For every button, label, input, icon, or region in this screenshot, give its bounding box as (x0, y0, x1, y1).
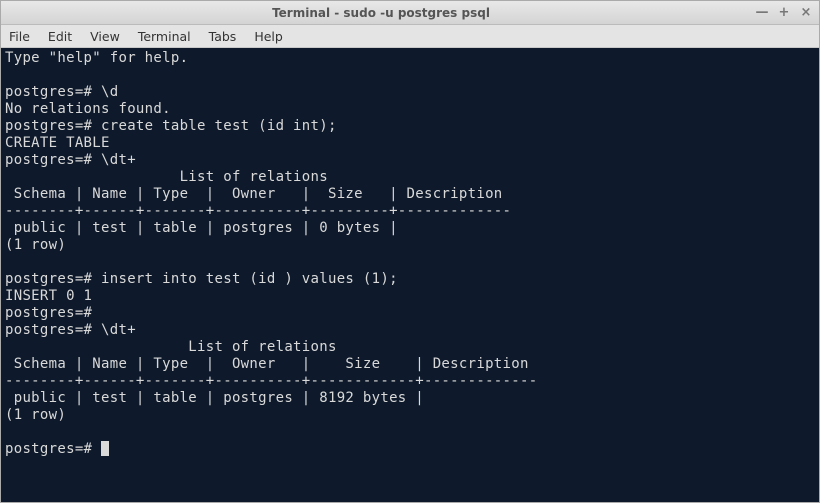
terminal-line: postgres=# \d (5, 84, 118, 100)
maximize-button[interactable]: + (777, 6, 791, 20)
terminal-line: List of relations (5, 169, 328, 185)
window-title: Terminal - sudo -u postgres psql (7, 6, 755, 20)
terminal-line: postgres=# (5, 305, 101, 321)
terminal-line: postgres=# create table test (id int); (5, 118, 337, 134)
terminal-line: List of relations (5, 339, 337, 355)
menu-tabs[interactable]: Tabs (209, 29, 237, 44)
menu-file[interactable]: File (9, 29, 30, 44)
minimize-button[interactable]: — (755, 6, 769, 20)
menubar: File Edit View Terminal Tabs Help (1, 25, 819, 48)
menu-terminal[interactable]: Terminal (138, 29, 191, 44)
terminal-window: Terminal - sudo -u postgres psql — + × F… (0, 0, 820, 503)
terminal-line: postgres=# \dt+ (5, 152, 136, 168)
menu-edit[interactable]: Edit (48, 29, 72, 44)
terminal-line: postgres=# insert into test (id ) values… (5, 271, 398, 287)
terminal-line: Type "help" for help. (5, 50, 188, 66)
menu-view[interactable]: View (90, 29, 120, 44)
terminal-output[interactable]: Type "help" for help. postgres=# \d No r… (1, 48, 819, 502)
terminal-line: Schema | Name | Type | Owner | Size | De… (5, 356, 537, 372)
terminal-line: postgres=# \dt+ (5, 322, 136, 338)
close-button[interactable]: × (799, 6, 813, 20)
terminal-line: --------+------+-------+----------+-----… (5, 203, 511, 219)
terminal-line: INSERT 0 1 (5, 288, 92, 304)
cursor-icon (101, 441, 109, 456)
terminal-prompt: postgres=# (5, 441, 101, 457)
menu-help[interactable]: Help (254, 29, 283, 44)
terminal-line: CREATE TABLE (5, 135, 110, 151)
terminal-line: public | test | table | postgres | 0 byt… (5, 220, 407, 236)
titlebar[interactable]: Terminal - sudo -u postgres psql — + × (1, 1, 819, 25)
terminal-line: --------+------+-------+----------+-----… (5, 373, 537, 389)
terminal-line: (1 row) (5, 237, 66, 253)
terminal-line: public | test | table | postgres | 8192 … (5, 390, 433, 406)
terminal-line: (1 row) (5, 407, 66, 423)
window-controls: — + × (755, 6, 813, 20)
terminal-line: Schema | Name | Type | Owner | Size | De… (5, 186, 511, 202)
terminal-line: No relations found. (5, 101, 171, 117)
